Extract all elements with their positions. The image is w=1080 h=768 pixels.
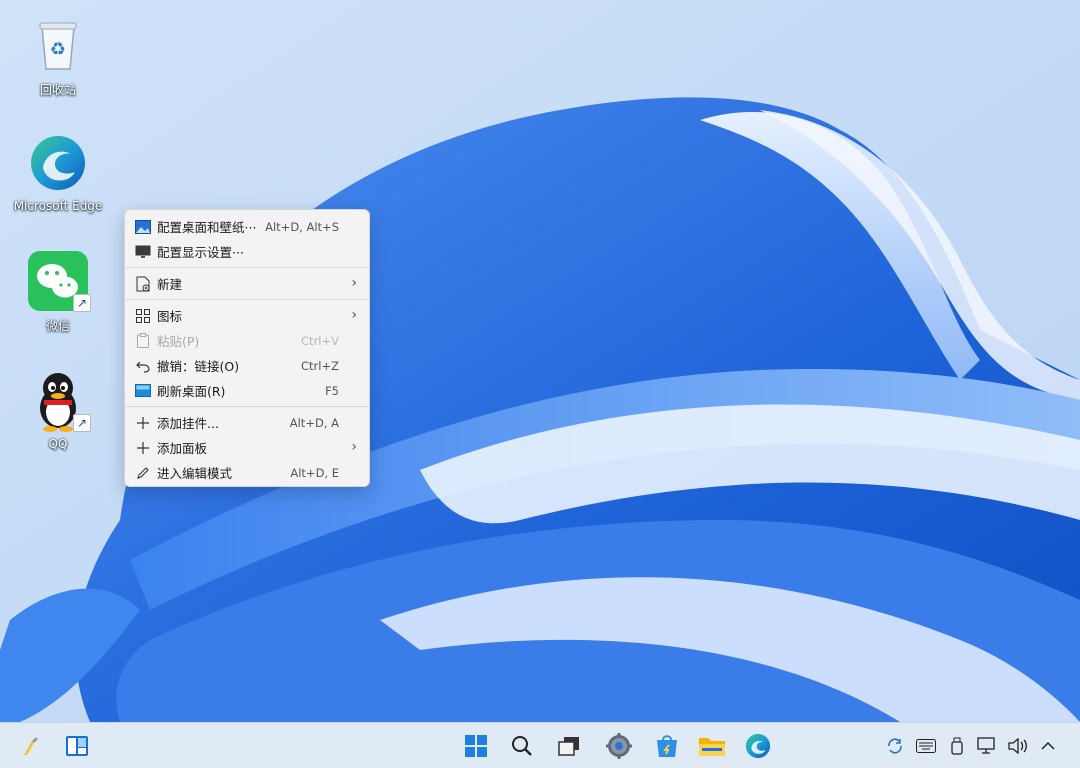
pinned-app-icon[interactable] [14, 730, 48, 762]
chevron-right-icon: › [351, 275, 357, 291]
plus-icon [135, 440, 151, 456]
desktop-icon-edge[interactable]: Microsoft Edge [10, 130, 106, 213]
menu-item-edit-mode[interactable]: 进入编辑模式 Alt+D, E [125, 460, 369, 485]
recycle-bin-icon: ♻ [25, 12, 91, 78]
menu-separator [125, 267, 369, 268]
search-icon[interactable] [505, 730, 539, 762]
desktop-icon-wechat[interactable]: ↗ 微信 [10, 248, 106, 334]
menu-separator [125, 299, 369, 300]
menu-item-undo-link[interactable]: 撤销：链接(O) Ctrl+Z [125, 353, 369, 378]
usb-icon[interactable] [946, 736, 968, 756]
taskbar [0, 722, 1080, 768]
wallpaper-icon [135, 219, 151, 235]
monitor-icon [135, 244, 151, 260]
menu-item-add-panel[interactable]: 添加面板 › [125, 435, 369, 460]
volume-icon[interactable] [1007, 736, 1029, 756]
sync-icon[interactable] [884, 736, 906, 756]
edge-icon [25, 130, 91, 196]
windows-start-icon[interactable] [459, 730, 493, 762]
desktop-icon-label: Microsoft Edge [13, 199, 103, 213]
menu-item-add-widget[interactable]: 添加挂件... Alt+D, A [125, 410, 369, 435]
shortcut-arrow-icon: ↗ [73, 294, 91, 312]
plus-icon [135, 415, 151, 431]
keyboard-icon[interactable] [915, 736, 937, 756]
desktop-context-menu: 配置桌面和壁纸··· Alt+D, Alt+S 配置显示设置··· 新建 › 图… [124, 209, 370, 487]
shortcut-arrow-icon: ↗ [73, 414, 91, 432]
chevron-up-icon[interactable] [1037, 736, 1059, 756]
network-icon[interactable] [976, 736, 998, 756]
undo-icon [135, 358, 151, 374]
desktop-icon-recycle-bin[interactable]: ♻ 回收站 [10, 12, 106, 98]
task-view-icon[interactable] [552, 730, 586, 762]
chevron-right-icon: › [351, 307, 357, 323]
new-file-icon [135, 276, 151, 292]
menu-item-configure-wallpaper[interactable]: 配置桌面和壁纸··· Alt+D, Alt+S [125, 214, 369, 239]
file-explorer-icon[interactable] [695, 730, 729, 762]
refresh-desktop-icon [135, 383, 151, 399]
menu-item-new[interactable]: 新建 › [125, 271, 369, 296]
pencil-icon [135, 465, 151, 481]
desktop-icon-label: 微信 [45, 319, 70, 333]
settings-gear-icon[interactable] [602, 730, 636, 762]
paste-icon [135, 333, 151, 349]
edge-icon[interactable] [741, 730, 775, 762]
store-icon[interactable] [650, 730, 684, 762]
menu-item-paste[interactable]: 粘贴(P) Ctrl+V [125, 328, 369, 353]
wechat-icon: ↗ [25, 248, 91, 314]
qq-icon: ↗ [25, 368, 91, 434]
menu-item-display-settings[interactable]: 配置显示设置··· [125, 239, 369, 264]
desktop-icon-label: 回收站 [39, 83, 76, 97]
desktop-icon-label: QQ [48, 437, 68, 451]
svg-text:♻: ♻ [50, 39, 66, 60]
chevron-right-icon: › [351, 439, 357, 455]
widgets-icon[interactable] [60, 730, 94, 762]
menu-item-refresh-desktop[interactable]: 刷新桌面(R) F5 [125, 378, 369, 403]
desktop-icon-qq[interactable]: ↗ QQ [10, 368, 106, 451]
menu-separator [125, 406, 369, 407]
menu-item-icons[interactable]: 图标 › [125, 303, 369, 328]
grid-icon [135, 308, 151, 324]
